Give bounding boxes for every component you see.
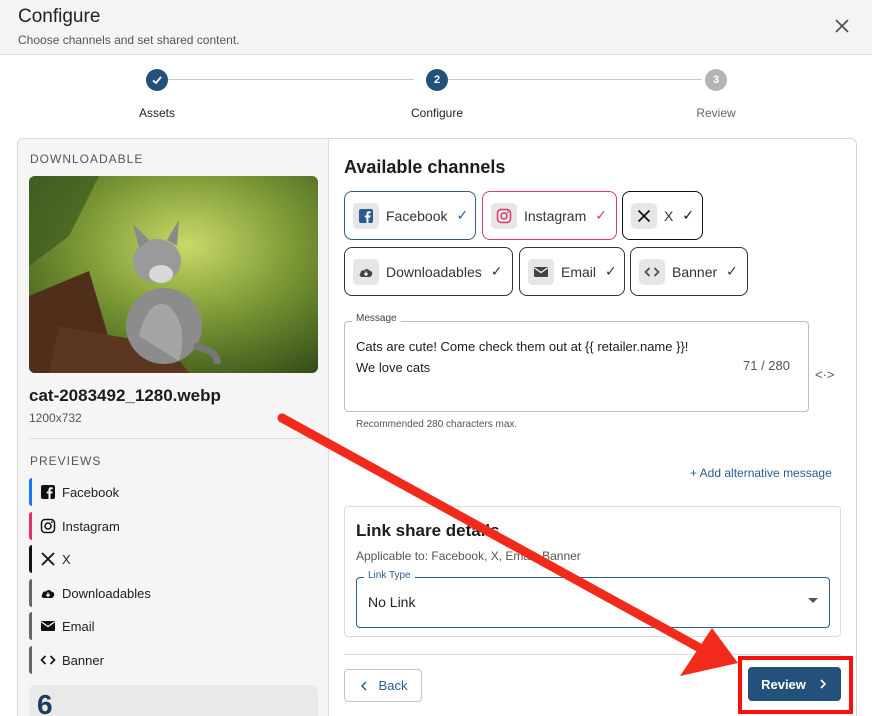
channel-label: X [664,207,674,224]
instagram-icon [491,202,517,229]
close-icon[interactable] [830,14,854,38]
check-icon: ✓ [490,263,503,279]
preview-label: Downloadables [62,585,151,601]
kitten-image [29,176,318,373]
dialog-header: Configure Choose channels and set shared… [0,0,872,55]
code-icon [639,258,665,285]
step-3-indicator[interactable]: 3 [705,69,727,91]
message-text[interactable]: Cats are cute! Come check them out at {{… [356,336,736,378]
check-icon: ✓ [726,263,738,279]
dialog-title: Configure [18,6,101,27]
instagram-icon [40,518,56,534]
check-icon: ✓ [605,263,617,279]
preview-label: Email [62,618,95,634]
check-icon: ✓ [456,207,469,223]
preview-label: Facebook [62,484,120,500]
mail-icon [41,621,55,631]
step-label-review: Review [696,106,736,120]
dropdown-arrow-icon[interactable] [808,598,818,603]
message-legend: Message [352,313,401,324]
asset-dimensions: 1200x732 [29,411,82,425]
code-icon [40,655,56,665]
asset-stat-number: 6 [37,689,53,716]
dialog-subtitle: Choose channels and set shared content. [18,33,240,47]
step-label-configure: Configure [410,106,464,120]
channel-label: Facebook [386,207,448,224]
footer-divider [344,654,841,655]
link-type-select[interactable] [356,577,830,628]
link-share-heading: Link share details [356,521,500,540]
facebook-icon [41,485,55,499]
link-type-legend: Link Type [364,570,415,581]
channel-label: Downloadables [386,263,482,280]
channel-label: Email [561,263,597,280]
character-counter: 71 / 280 [743,358,790,373]
asset-filename: cat-2083492_1280.webp [29,386,221,405]
insert-variable-icon[interactable]: <·> [815,367,835,382]
preview-label: X [62,551,71,567]
stepper-line [168,79,414,80]
channel-chip-x[interactable]: X ✓ [622,191,703,240]
message-hint: Recommended 280 characters max. [356,419,518,430]
check-icon: ✓ [682,207,695,223]
add-alternative-message-link[interactable]: + Add alternative message [690,466,832,480]
available-channels-heading: Available channels [344,157,506,177]
step-2-indicator[interactable]: 2 [426,69,448,91]
preview-downloadables[interactable]: Downloadables [29,579,151,607]
previews-label: PREVIEWS [30,454,102,468]
x-icon [41,552,55,566]
preview-facebook[interactable]: Facebook [29,478,119,506]
cloud-download-icon [41,589,55,598]
channel-chip-email[interactable]: Email ✓ [519,247,625,296]
cloud-download-icon [353,258,379,285]
downloadable-label: DOWNLOADABLE [30,152,144,166]
link-type-value: No Link [368,594,416,610]
channel-chip-instagram[interactable]: Instagram ✓ [482,191,617,240]
check-icon: ✓ [595,207,607,223]
highlight-frame [738,656,853,714]
channel-label: Banner [672,263,718,280]
channel-chip-banner[interactable]: Banner ✓ [630,247,748,296]
mail-icon [528,258,554,285]
link-share-applicable: Applicable to: Facebook, X, Email, Banne… [356,549,581,563]
facebook-icon [353,202,379,229]
stepper-line [448,79,702,80]
channel-label: Instagram [524,207,587,224]
chevron-left-icon [360,680,367,691]
preview-instagram[interactable]: Instagram [29,512,120,540]
asset-stat-card: 6 [29,685,318,716]
preview-label: Banner [62,652,104,668]
back-button[interactable]: Back [344,669,422,702]
x-icon [631,202,657,229]
preview-banner[interactable]: Banner [29,646,104,674]
back-button-label: Back [378,678,408,693]
preview-email[interactable]: Email [29,612,95,640]
preview-label: Instagram [62,518,120,534]
asset-thumbnail [29,176,318,373]
configure-panel: DOWNLOADABLE cat-2083492_1280.webp 1200x… [17,138,857,716]
step-label-assets: Assets [138,106,175,120]
channel-chip-facebook[interactable]: Facebook ✓ [344,191,476,240]
asset-sidebar: DOWNLOADABLE cat-2083492_1280.webp 1200x… [18,139,329,716]
sidebar-divider [29,438,318,439]
step-1-complete-icon[interactable] [146,69,168,91]
channel-chip-downloadables[interactable]: Downloadables ✓ [344,247,513,296]
preview-x[interactable]: X [29,545,71,573]
